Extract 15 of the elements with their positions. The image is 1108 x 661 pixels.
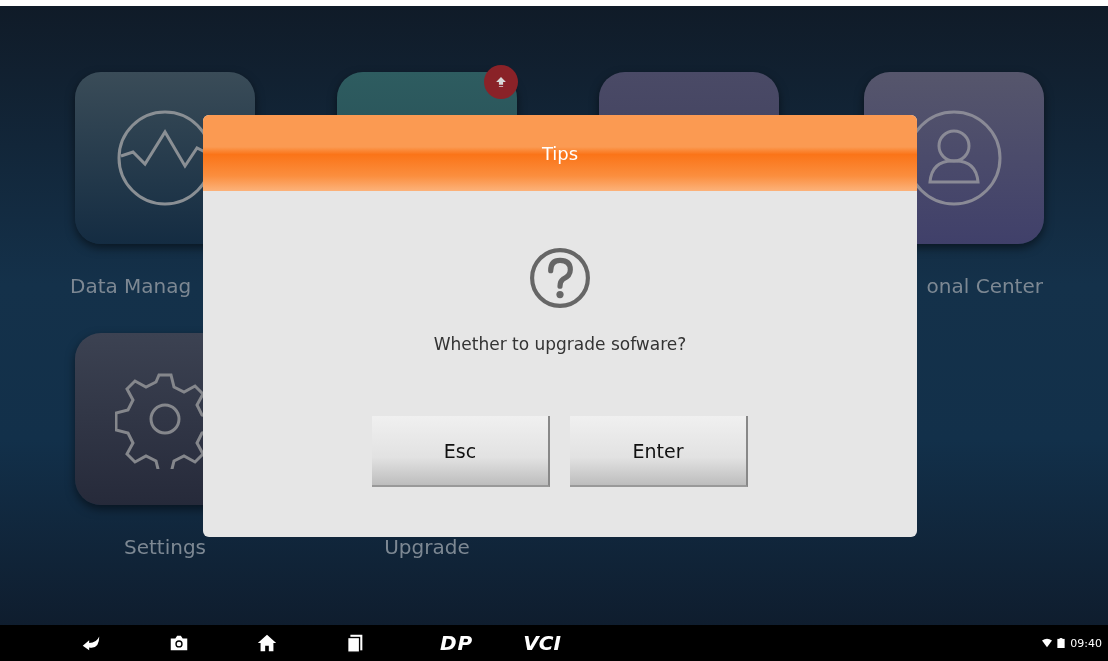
vci-logo[interactable]: VCI xyxy=(523,631,561,655)
app-label: Settings xyxy=(124,535,206,559)
clock-time: 09:40 xyxy=(1070,636,1102,650)
app-label: onal Center xyxy=(926,274,1043,298)
wifi-icon xyxy=(1042,638,1053,648)
battery-icon xyxy=(1056,638,1067,648)
app-label: Upgrade xyxy=(384,535,470,559)
home-icon[interactable] xyxy=(256,632,278,654)
question-icon xyxy=(529,247,591,309)
dialog-title: Tips xyxy=(541,142,579,164)
dialog-button[interactable]: Esc xyxy=(372,416,550,487)
dialog-button[interactable]: Enter xyxy=(570,416,748,487)
brand-logo[interactable]: DP xyxy=(440,631,474,655)
dialog-message: Whether to upgrade sofware? xyxy=(433,334,687,354)
app-label: Data Manag xyxy=(70,274,192,298)
